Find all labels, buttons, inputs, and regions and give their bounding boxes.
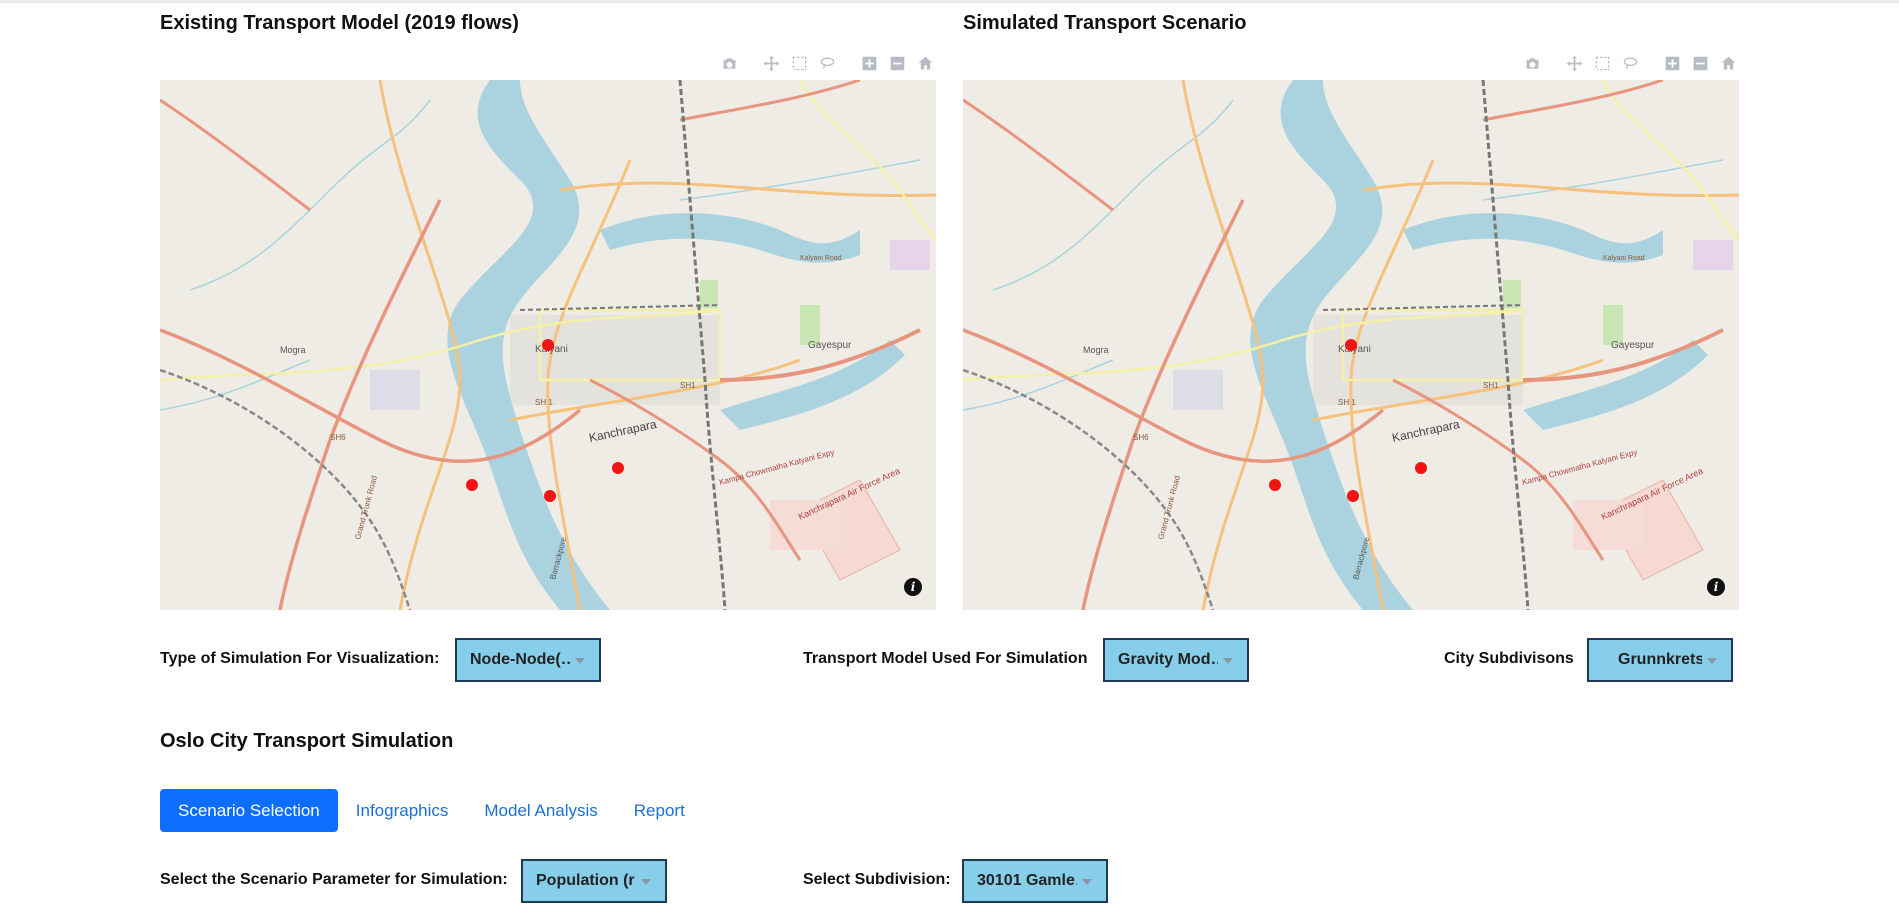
zoom-out-icon[interactable]	[886, 52, 908, 74]
panel-title-existing: Existing Transport Model (2019 flows)	[160, 12, 519, 34]
transport-model-dropdown[interactable]: Gravity Mod…	[1103, 638, 1249, 682]
sim-type-label: Type of Simulation For Visualization:	[160, 650, 440, 667]
map-node-south[interactable]	[544, 490, 556, 502]
tab-infographics[interactable]: Infographics	[338, 789, 467, 832]
transport-model-label: Transport Model Used For Simulation	[803, 650, 1088, 667]
subdivision-dropdown[interactable]: 30101 Gamle…	[962, 859, 1108, 903]
map-node-kalyani[interactable]	[1345, 339, 1357, 351]
camera-icon[interactable]	[718, 52, 740, 74]
panel-title-simulated: Simulated Transport Scenario	[963, 12, 1247, 34]
zoom-out-icon[interactable]	[1689, 52, 1711, 74]
top-divider	[0, 0, 1899, 3]
map-info-icon[interactable]: i	[1707, 578, 1725, 596]
subdivisions-label: City Subdivisons	[1444, 650, 1574, 667]
tab-report[interactable]: Report	[616, 789, 703, 832]
subdivisions-value: Grunnkrets	[1618, 651, 1702, 668]
lasso-icon[interactable]	[816, 52, 838, 74]
map-info-icon[interactable]: i	[904, 578, 922, 596]
home-icon[interactable]	[1717, 52, 1739, 74]
box-select-icon[interactable]	[1591, 52, 1613, 74]
section-tabs: Scenario Selection Infographics Model An…	[160, 789, 703, 832]
chevron-down-icon	[575, 658, 585, 664]
pan-icon[interactable]	[760, 52, 782, 74]
chevron-down-icon	[641, 879, 651, 885]
scenario-parameter-label: Select the Scenario Parameter for Simula…	[160, 871, 508, 888]
subdivision-label: Select Subdivision:	[803, 871, 951, 888]
home-icon[interactable]	[914, 52, 936, 74]
map-node-riverbank[interactable]	[1269, 479, 1281, 491]
zoom-in-icon[interactable]	[858, 52, 880, 74]
camera-icon[interactable]	[1521, 52, 1543, 74]
transport-model-value: Gravity Mod…	[1118, 651, 1218, 668]
chevron-down-icon	[1707, 658, 1717, 664]
existing-model-panel: Existing Transport Model (2019 flows) i	[160, 10, 936, 610]
lasso-icon[interactable]	[1619, 52, 1641, 74]
tab-model-analysis[interactable]: Model Analysis	[466, 789, 615, 832]
scenario-parameter-dropdown[interactable]: Population (r…	[521, 859, 667, 903]
box-select-icon[interactable]	[788, 52, 810, 74]
zoom-in-icon[interactable]	[1661, 52, 1683, 74]
tab-scenario-selection[interactable]: Scenario Selection	[160, 789, 338, 832]
simulated-scenario-map[interactable]: i	[963, 80, 1739, 610]
existing-model-map[interactable]: i	[160, 80, 936, 610]
map-toolbar	[1521, 52, 1739, 74]
map-node-kanchrapara[interactable]	[1415, 462, 1427, 474]
map-node-riverbank[interactable]	[466, 479, 478, 491]
sim-type-dropdown[interactable]: Node-Node(…	[455, 638, 601, 682]
map-toolbar	[718, 52, 936, 74]
sim-type-value: Node-Node(…	[470, 651, 570, 668]
section-title: Oslo City Transport Simulation	[160, 730, 454, 752]
map-node-kanchrapara[interactable]	[612, 462, 624, 474]
subdivision-value: 30101 Gamle…	[977, 872, 1077, 889]
pan-icon[interactable]	[1563, 52, 1585, 74]
scenario-parameter-value: Population (r…	[536, 872, 636, 889]
chevron-down-icon	[1223, 658, 1233, 664]
map-node-kalyani[interactable]	[542, 339, 554, 351]
subdivisions-dropdown[interactable]: Grunnkrets	[1587, 638, 1733, 682]
map-node-south[interactable]	[1347, 490, 1359, 502]
chevron-down-icon	[1082, 879, 1092, 885]
simulated-scenario-panel: Simulated Transport Scenario i	[963, 10, 1739, 610]
